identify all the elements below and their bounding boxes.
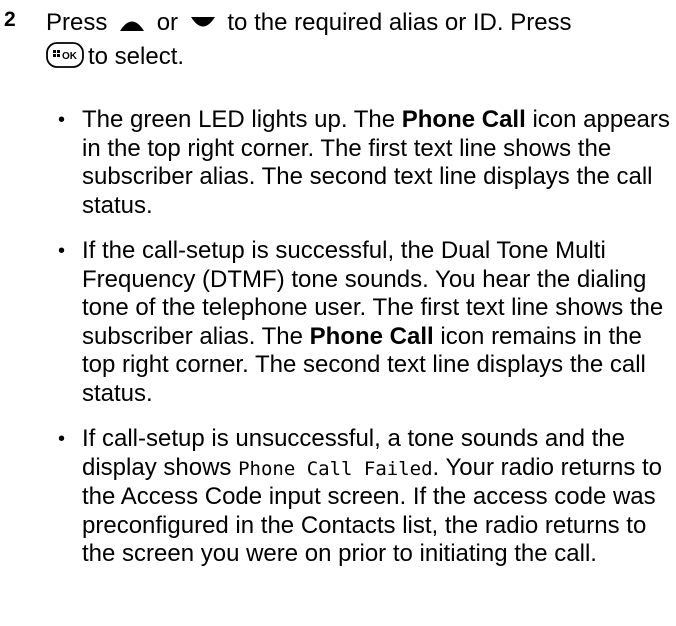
display-message: Phone Call Failed [238,457,433,480]
menu-ok-key-icon: OK [46,42,84,68]
step-text-required: to the required alias or ID. Press [227,9,572,36]
bullet-list: • The green LED lights up. The Phone Cal… [46,106,672,586]
bullet-glyph: • [58,109,66,131]
svg-text:OK: OK [62,51,78,62]
bullet-text: The green LED lights up. The [82,106,402,133]
phone-call-term: Phone Call [309,322,434,350]
phone-call-term: Phone Call [401,106,526,133]
list-item: • The green LED lights up. The Phone Cal… [46,106,672,220]
step-text-press: Press [46,9,108,36]
step-text-or: or [156,9,179,36]
step-number: 2 [4,8,16,31]
bullet-glyph: • [58,240,66,262]
list-item: • If the call-setup is successful, the D… [46,237,672,408]
bullet-glyph: • [58,428,66,450]
list-item: • If call-setup is unsuccessful, a tone … [46,425,672,569]
step-text-select: to select. [88,43,185,70]
down-arrow-icon [190,16,215,27]
step-instruction: Press or to the required alias or ID. Pr… [46,6,666,74]
up-arrow-icon [120,21,145,31]
